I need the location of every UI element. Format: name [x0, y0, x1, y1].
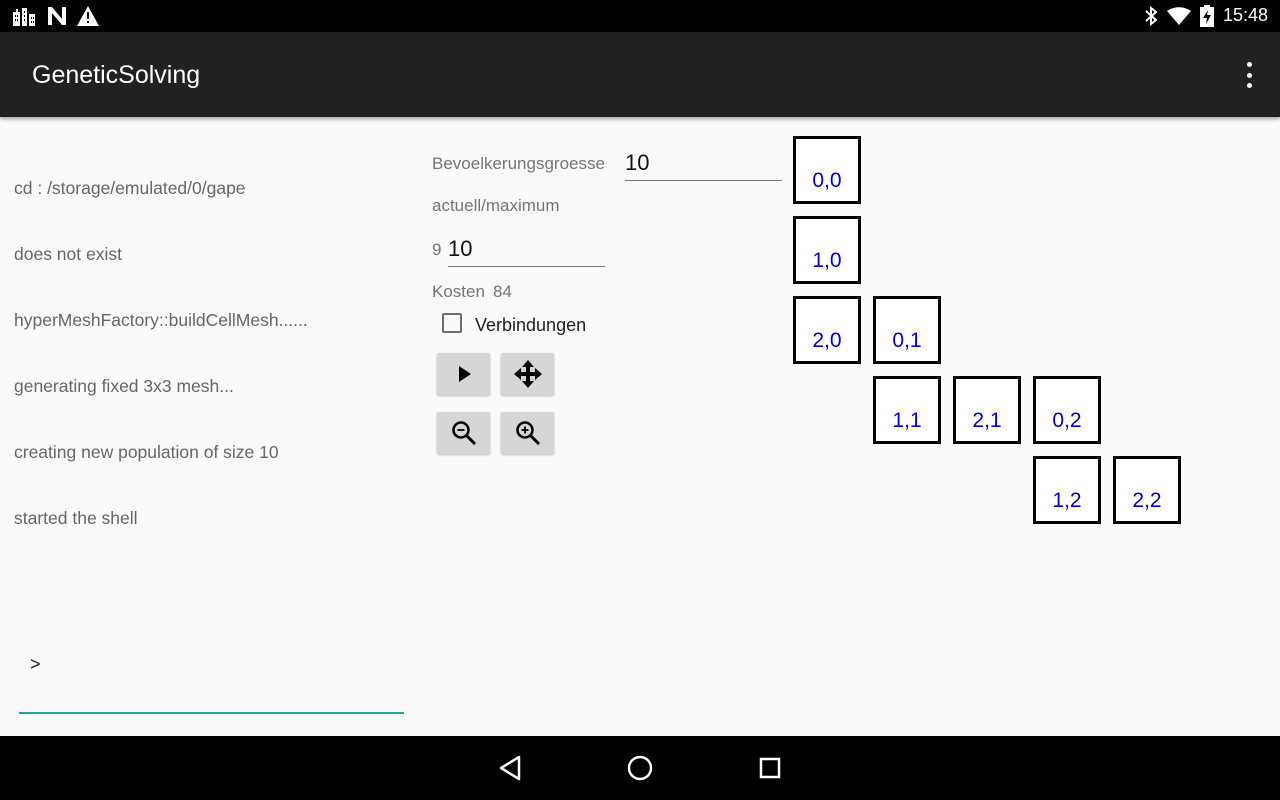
- mesh-cell-label: 2,0: [812, 329, 842, 352]
- zoom-in-button[interactable]: [501, 412, 554, 454]
- mesh-cell-label: 0,1: [892, 329, 922, 352]
- generation-current: 9: [432, 240, 442, 259]
- navigation-bar: [0, 736, 1280, 800]
- console-log: cd : /storage/emulated/0/gape does not e…: [14, 133, 308, 551]
- home-icon[interactable]: [626, 754, 654, 782]
- log-line: hyperMeshFactory::buildCellMesh......: [14, 310, 308, 330]
- zoom-in-icon: [515, 420, 541, 446]
- n-icon: [46, 6, 68, 26]
- mesh-cell[interactable]: 1,1: [873, 376, 941, 444]
- log-line: creating new population of size 10: [14, 442, 279, 462]
- recents-icon[interactable]: [756, 754, 784, 782]
- status-bar: 15:48: [0, 0, 1280, 32]
- mesh-cell[interactable]: 0,0: [793, 136, 861, 204]
- generation-label: actuell/maximum: [432, 196, 560, 215]
- move-icon: [513, 359, 543, 389]
- play-icon: [454, 364, 474, 384]
- connections-checkbox[interactable]: [442, 313, 462, 333]
- move-button[interactable]: [501, 353, 554, 395]
- app-title: GeneticSolving: [32, 61, 201, 89]
- connections-label: Verbindungen: [475, 315, 587, 335]
- bluetooth-icon: [1142, 6, 1160, 26]
- city-icon: [12, 6, 36, 26]
- log-line: started the shell: [14, 508, 138, 528]
- command-input[interactable]: [19, 640, 404, 714]
- mesh-cell-label: 1,1: [892, 409, 922, 432]
- log-line: generating fixed 3x3 mesh...: [14, 376, 234, 396]
- population-field[interactable]: [625, 146, 782, 181]
- status-time: 15:48: [1222, 5, 1268, 25]
- wifi-icon: [1167, 6, 1191, 26]
- population-label: Bevoelkerungsgroesse: [432, 154, 605, 173]
- mesh-cell-label: 2,2: [1132, 489, 1162, 512]
- zoom-out-button[interactable]: [437, 412, 490, 454]
- zoom-out-icon: [451, 420, 477, 446]
- cost-label: Kosten: [432, 282, 485, 301]
- back-icon[interactable]: [496, 754, 524, 782]
- warning-icon: [77, 6, 99, 26]
- mesh-cell[interactable]: 1,0: [793, 216, 861, 284]
- play-button[interactable]: [437, 353, 490, 395]
- mesh-cell-label: 1,2: [1052, 489, 1082, 512]
- mesh-cell-label: 0,0: [812, 169, 842, 192]
- mesh-cell[interactable]: 0,1: [873, 296, 941, 364]
- cost-value: 84: [493, 282, 512, 301]
- mesh-cell-label: 2,1: [972, 409, 1002, 432]
- battery-charging-icon: [1199, 5, 1215, 27]
- mesh-cell-label: 0,2: [1052, 409, 1082, 432]
- log-line: cd : /storage/emulated/0/gape: [14, 178, 246, 198]
- mesh-cell[interactable]: 2,0: [793, 296, 861, 364]
- mesh-cell[interactable]: 2,1: [953, 376, 1021, 444]
- mesh-cell[interactable]: 2,2: [1113, 456, 1181, 524]
- log-line: does not exist: [14, 244, 122, 264]
- generation-max-field[interactable]: [448, 232, 605, 267]
- overflow-menu-icon[interactable]: [1244, 62, 1254, 88]
- mesh-cell[interactable]: 1,2: [1033, 456, 1101, 524]
- mesh-cell[interactable]: 0,2: [1033, 376, 1101, 444]
- app-bar: GeneticSolving: [0, 32, 1280, 117]
- mesh-cell-label: 1,0: [812, 249, 842, 272]
